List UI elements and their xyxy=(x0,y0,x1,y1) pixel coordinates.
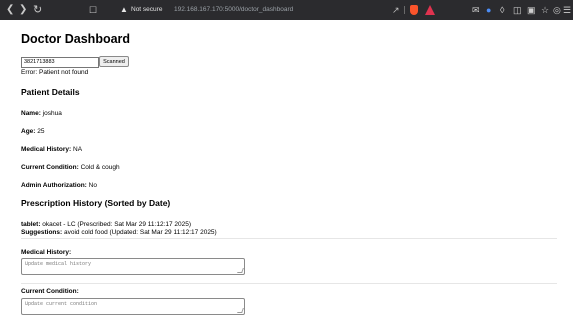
wallet-icon[interactable]: ◎ xyxy=(553,0,561,20)
prescription-history-heading: Prescription History (Sorted by Date) xyxy=(21,198,171,208)
resize-handle-icon[interactable] xyxy=(237,268,244,273)
brave-shield-icon[interactable] xyxy=(410,5,418,15)
share-icon[interactable]: ↗ xyxy=(392,0,400,20)
bookmarks-star-icon[interactable]: ☆ xyxy=(541,0,549,20)
patient-age-field: Age: 25 xyxy=(21,128,45,135)
field-label: Age: xyxy=(21,128,36,135)
tablet-value: okacet - LC (Prescribed: Sat Mar 29 11:1… xyxy=(40,221,192,228)
menu-icon[interactable]: ☰ xyxy=(563,0,571,20)
suggestions-label: Suggestions: xyxy=(21,229,63,236)
field-value: NA xyxy=(71,146,83,153)
extension-icon[interactable]: ● xyxy=(486,0,491,20)
field-label: Name: xyxy=(21,110,41,117)
field-label: Medical History: xyxy=(21,146,72,153)
tablet-label: tablet: xyxy=(21,221,41,228)
reload-icon[interactable]: ↻ xyxy=(33,0,42,20)
field-label: Admin Authorization: xyxy=(21,182,87,189)
scan-button[interactable]: Scanned xyxy=(99,56,129,67)
error-message: Error: Patient not found xyxy=(21,69,89,76)
mail-extension-icon[interactable]: ✉ xyxy=(472,0,480,20)
patient-condition-field: Current Condition: Cold & cough xyxy=(21,164,120,171)
field-value: 25 xyxy=(35,128,45,135)
prescription-suggestions-line: Suggestions: avoid cold food (Updated: S… xyxy=(21,229,521,237)
patient-authorization-field: Admin Authorization: No xyxy=(21,182,97,189)
field-label: Current Condition: xyxy=(21,164,79,171)
current-condition-textarea[interactable]: Update current condition xyxy=(21,298,245,315)
patient-details-heading: Patient Details xyxy=(21,87,80,97)
section-divider xyxy=(21,283,557,284)
section-divider xyxy=(21,238,557,239)
security-label[interactable]: Not secure xyxy=(131,0,162,20)
medical-history-textarea[interactable]: Update medical history xyxy=(21,258,245,275)
bookmark-icon[interactable]: ☐ xyxy=(89,0,97,20)
prescription-tablet-line: tablet: okacet - LC (Prescribed: Sat Mar… xyxy=(21,221,521,229)
address-bar-url[interactable]: 192.168.167.170:5000/doctor_dashboard xyxy=(174,0,293,20)
textarea-placeholder: Update current condition xyxy=(25,301,98,307)
card-scan-input[interactable] xyxy=(21,57,99,68)
field-value: joshua xyxy=(40,110,62,117)
field-value: No xyxy=(86,182,97,189)
current-condition-label: Current Condition: xyxy=(21,288,79,295)
suggestions-value: avoid cold food (Updated: Sat Mar 29 11:… xyxy=(62,229,217,236)
warning-icon[interactable]: ▲ xyxy=(120,0,128,20)
resize-handle-icon[interactable] xyxy=(237,308,244,313)
brave-rewards-icon[interactable] xyxy=(425,5,435,15)
tab-view-icon[interactable]: ▣ xyxy=(527,0,536,20)
sidebar-icon[interactable]: ◫ xyxy=(513,0,522,20)
browser-toolbar: ❮ ❯ ↻ ☐ ▲ Not secure 192.168.167.170:500… xyxy=(0,0,573,20)
patient-medical-history-field: Medical History: NA xyxy=(21,146,82,153)
textarea-placeholder: Update medical history xyxy=(25,261,92,267)
medical-history-label: Medical History: xyxy=(21,249,72,256)
forward-icon[interactable]: ❯ xyxy=(19,0,27,20)
toolbar-divider xyxy=(404,6,405,14)
back-icon[interactable]: ❮ xyxy=(6,0,14,20)
page-title: Doctor Dashboard xyxy=(21,32,131,46)
patient-name-field: Name: joshua xyxy=(21,110,62,117)
field-value: Cold & cough xyxy=(78,164,120,171)
puzzle-extensions-icon[interactable]: ◊ xyxy=(500,0,504,20)
prescription-entry: tablet: okacet - LC (Prescribed: Sat Mar… xyxy=(21,221,521,237)
page-content: Doctor Dashboard Scanned Error: Patient … xyxy=(0,20,573,325)
